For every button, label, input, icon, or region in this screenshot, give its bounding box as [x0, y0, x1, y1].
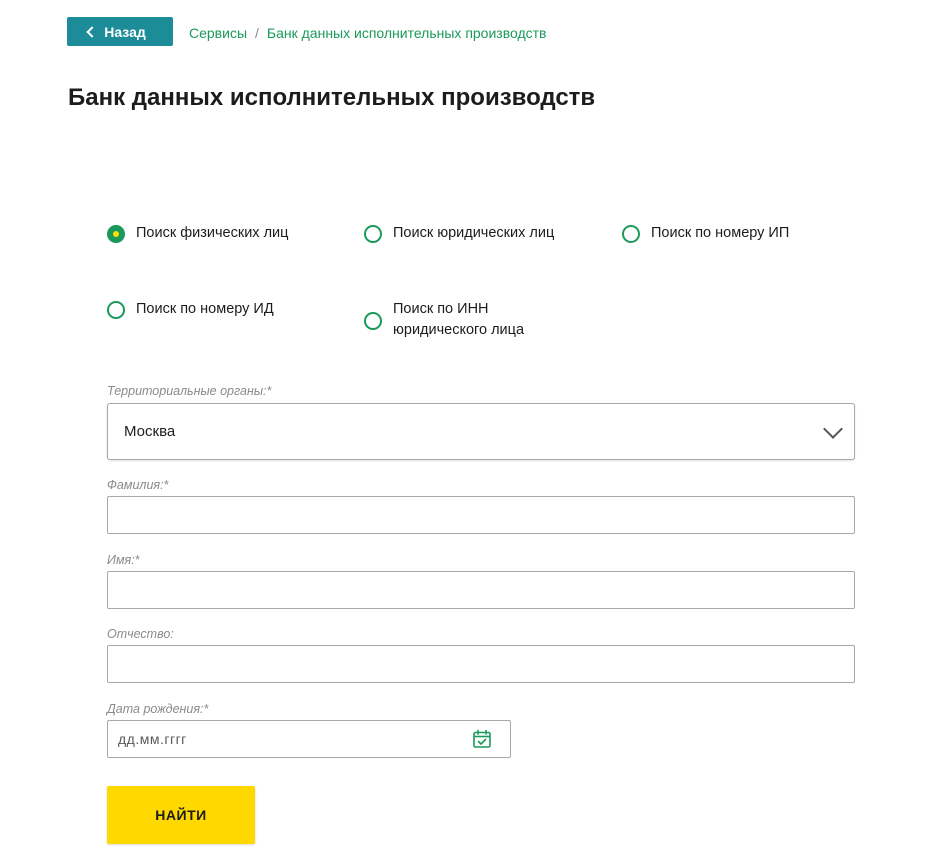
- radio-label: Поиск физических лиц: [136, 225, 289, 241]
- patronymic-input[interactable]: [107, 645, 855, 683]
- radio-icon: [364, 312, 382, 330]
- breadcrumb-separator: /: [255, 25, 259, 41]
- lastname-input[interactable]: [107, 496, 855, 534]
- firstname-input[interactable]: [107, 571, 855, 609]
- chevron-down-icon: [823, 419, 843, 439]
- radio-icon: [364, 225, 382, 243]
- radio-id-number[interactable]: Поиск по номеру ИД: [107, 301, 274, 320]
- radio-label: Поиск по ИНН юридического лица: [393, 301, 525, 338]
- back-button[interactable]: Назад: [67, 17, 173, 46]
- page-title: Банк данных исполнительных производств: [68, 84, 596, 111]
- radio-individuals[interactable]: Поиск физических лиц: [107, 225, 288, 244]
- breadcrumb: Сервисы / Банк данных исполнительных про…: [189, 25, 547, 41]
- birthdate-field: [107, 720, 511, 758]
- radio-selected-icon: [107, 225, 125, 243]
- lastname-label: Фамилия:*: [107, 478, 169, 492]
- territory-label: Территориальные органы:*: [107, 384, 272, 398]
- back-button-label: Назад: [104, 23, 146, 40]
- chevron-left-icon: [86, 25, 98, 38]
- radio-legal-entities[interactable]: Поиск юридических лиц: [364, 225, 554, 244]
- territory-select-value: Москва: [124, 423, 176, 440]
- firstname-label: Имя:*: [107, 553, 140, 567]
- birthdate-label: Дата рождения:*: [107, 702, 209, 716]
- find-button[interactable]: НАЙТИ: [107, 786, 255, 844]
- radio-label: Поиск по номеру ИД: [136, 301, 274, 317]
- calendar-icon[interactable]: [472, 729, 492, 749]
- radio-ip-number[interactable]: Поиск по номеру ИП: [622, 225, 789, 244]
- territory-select[interactable]: Москва: [107, 403, 855, 460]
- breadcrumb-item-current[interactable]: Банк данных исполнительных производств: [267, 25, 547, 41]
- patronymic-label: Отчество:: [107, 627, 174, 641]
- birthdate-input[interactable]: [108, 730, 460, 748]
- radio-icon: [107, 301, 125, 319]
- radio-label: Поиск юридических лиц: [393, 225, 555, 241]
- radio-label: Поиск по номеру ИП: [651, 225, 790, 241]
- breadcrumb-item-services[interactable]: Сервисы: [189, 25, 247, 41]
- radio-icon: [622, 225, 640, 243]
- radio-inn-legal[interactable]: Поиск по ИНН юридического лица: [364, 301, 553, 341]
